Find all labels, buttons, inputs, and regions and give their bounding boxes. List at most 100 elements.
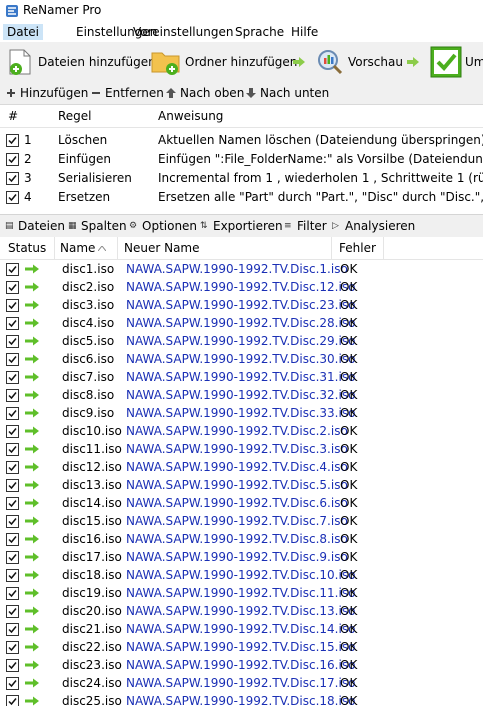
file-row[interactable]: disc10.iso NAWA.SAPW.1990-1992.TV.Disc.2.… <box>0 422 483 440</box>
file-checkbox[interactable] <box>6 425 19 438</box>
analyze-menu-button[interactable]: ▷ Analysieren <box>332 219 415 233</box>
file-new-name: NAWA.SAPW.1990-1992.TV.Disc.31.iso <box>126 370 356 384</box>
file-name: disc23.iso <box>62 658 122 672</box>
file-row[interactable]: disc3.iso NAWA.SAPW.1990-1992.TV.Disc.23.… <box>0 296 483 314</box>
file-checkbox[interactable] <box>6 677 19 690</box>
file-row[interactable]: disc1.iso NAWA.SAPW.1990-1992.TV.Disc.1.i… <box>0 260 483 278</box>
file-row[interactable]: disc15.iso NAWA.SAPW.1990-1992.TV.Disc.7.… <box>0 512 483 530</box>
file-row[interactable]: disc9.iso NAWA.SAPW.1990-1992.TV.Disc.33.… <box>0 404 483 422</box>
rules-header-num[interactable]: # <box>8 109 18 123</box>
file-checkbox[interactable] <box>6 353 19 366</box>
column-separator[interactable] <box>383 237 384 259</box>
file-row[interactable]: disc24.iso NAWA.SAPW.1990-1992.TV.Disc.17… <box>0 674 483 692</box>
file-row[interactable]: disc6.iso NAWA.SAPW.1990-1992.TV.Disc.30.… <box>0 350 483 368</box>
rule-number: 2 <box>24 152 32 166</box>
file-checkbox[interactable] <box>6 371 19 384</box>
files-header-error[interactable]: Fehler <box>339 241 376 255</box>
column-separator[interactable] <box>117 237 118 259</box>
file-checkbox[interactable] <box>6 695 19 706</box>
file-checkbox[interactable] <box>6 533 19 546</box>
rule-checkbox[interactable] <box>6 134 19 147</box>
file-checkbox[interactable] <box>6 299 19 312</box>
file-row[interactable]: disc14.iso NAWA.SAPW.1990-1992.TV.Disc.6.… <box>0 494 483 512</box>
rule-checkbox[interactable] <box>6 172 19 185</box>
window-title: ReNamer Pro <box>23 3 102 17</box>
file-checkbox[interactable] <box>6 263 19 276</box>
file-checkbox[interactable] <box>6 551 19 564</box>
move-up-button[interactable]: Nach oben <box>165 85 244 101</box>
rule-checkbox[interactable] <box>6 191 19 204</box>
files-header-status[interactable]: Status <box>8 241 46 255</box>
file-new-name: NAWA.SAPW.1990-1992.TV.Disc.5.iso <box>126 478 348 492</box>
menu-hilfe[interactable]: Hilfe <box>287 24 322 40</box>
file-checkbox[interactable] <box>6 587 19 600</box>
file-row[interactable]: disc11.iso NAWA.SAPW.1990-1992.TV.Disc.3.… <box>0 440 483 458</box>
file-checkbox[interactable] <box>6 443 19 456</box>
rule-row[interactable]: 2 Einfügen Einfügen ":File_FolderName:" al… <box>0 150 483 169</box>
file-checkbox[interactable] <box>6 335 19 348</box>
file-row[interactable]: disc19.iso NAWA.SAPW.1990-1992.TV.Disc.11… <box>0 584 483 602</box>
file-checkbox[interactable] <box>6 623 19 636</box>
menu-datei[interactable]: Datei <box>3 24 44 40</box>
files-header-new-name[interactable]: Neuer Name <box>124 241 200 255</box>
file-row[interactable]: disc25.iso NAWA.SAPW.1990-1992.TV.Disc.18… <box>0 692 483 706</box>
files-header-name[interactable]: Name <box>60 241 95 255</box>
file-new-name: NAWA.SAPW.1990-1992.TV.Disc.29.iso <box>126 334 356 348</box>
move-down-button[interactable]: Nach unten <box>245 85 329 101</box>
file-row[interactable]: disc16.iso NAWA.SAPW.1990-1992.TV.Disc.8.… <box>0 530 483 548</box>
file-checkbox[interactable] <box>6 389 19 402</box>
file-row[interactable]: disc17.iso NAWA.SAPW.1990-1992.TV.Disc.9.… <box>0 548 483 566</box>
file-row[interactable]: disc5.iso NAWA.SAPW.1990-1992.TV.Disc.29.… <box>0 332 483 350</box>
rules-header-rule[interactable]: Regel <box>58 109 92 123</box>
column-separator[interactable] <box>54 237 55 259</box>
file-checkbox[interactable] <box>6 317 19 330</box>
file-row[interactable]: disc13.iso NAWA.SAPW.1990-1992.TV.Disc.5.… <box>0 476 483 494</box>
file-checkbox[interactable] <box>6 569 19 582</box>
file-checkbox[interactable] <box>6 497 19 510</box>
file-checkbox[interactable] <box>6 461 19 474</box>
file-checkbox[interactable] <box>6 281 19 294</box>
preview-button[interactable]: Vorschau <box>315 45 403 79</box>
rule-number: 3 <box>24 171 32 185</box>
file-checkbox[interactable] <box>6 407 19 420</box>
file-row[interactable]: disc12.iso NAWA.SAPW.1990-1992.TV.Disc.4.… <box>0 458 483 476</box>
rename-button[interactable]: Um <box>430 45 483 79</box>
column-separator[interactable] <box>331 237 332 259</box>
file-checkbox[interactable] <box>6 641 19 654</box>
remove-rule-button[interactable]: Entfernen <box>90 85 164 101</box>
add-rule-button[interactable]: Hinzufügen <box>5 85 88 101</box>
rule-row[interactable]: 3 Serialisieren Incremental from 1 , wiede… <box>0 169 483 188</box>
file-status: OK <box>340 640 358 654</box>
file-row[interactable]: disc8.iso NAWA.SAPW.1990-1992.TV.Disc.32.… <box>0 386 483 404</box>
file-row[interactable]: disc2.iso NAWA.SAPW.1990-1992.TV.Disc.12.… <box>0 278 483 296</box>
menu-sprache[interactable]: Sprache <box>231 24 288 40</box>
file-checkbox[interactable] <box>6 659 19 672</box>
add-files-button[interactable]: Dateien hinzufügen <box>5 45 156 79</box>
preview-label: Vorschau <box>348 55 403 69</box>
file-checkbox[interactable] <box>6 515 19 528</box>
file-row[interactable]: disc22.iso NAWA.SAPW.1990-1992.TV.Disc.15… <box>0 638 483 656</box>
export-menu-button[interactable]: ⇅ Exportieren <box>200 219 283 233</box>
file-checkbox[interactable] <box>6 479 19 492</box>
add-folder-button[interactable]: Ordner hinzufügen <box>150 45 297 79</box>
rule-checkbox[interactable] <box>6 153 19 166</box>
rule-row[interactable]: 1 Löschen Aktuellen Namen löschen (Dateien… <box>0 131 483 150</box>
files-menu-button[interactable]: ▤ Dateien <box>5 219 65 233</box>
rules-header-instruction[interactable]: Anweisung <box>158 109 223 123</box>
file-status: OK <box>340 316 358 330</box>
file-row[interactable]: disc21.iso NAWA.SAPW.1990-1992.TV.Disc.14… <box>0 620 483 638</box>
file-row[interactable]: disc20.iso NAWA.SAPW.1990-1992.TV.Disc.13… <box>0 602 483 620</box>
file-row[interactable]: disc7.iso NAWA.SAPW.1990-1992.TV.Disc.31.… <box>0 368 483 386</box>
rule-row[interactable]: 4 Ersetzen Ersetzen alle "Part" durch "Par… <box>0 188 483 207</box>
file-checkbox[interactable] <box>6 605 19 618</box>
file-row[interactable]: disc4.iso NAWA.SAPW.1990-1992.TV.Disc.28.… <box>0 314 483 332</box>
file-row[interactable]: disc18.iso NAWA.SAPW.1990-1992.TV.Disc.10… <box>0 566 483 584</box>
menu-voreinstellungen[interactable]: Voreinstellungen <box>129 24 237 40</box>
file-row[interactable]: disc23.iso NAWA.SAPW.1990-1992.TV.Disc.16… <box>0 656 483 674</box>
filter-menu-button[interactable]: ≡ Filter <box>284 219 327 233</box>
rule-name: Serialisieren <box>58 171 132 185</box>
file-new-name: NAWA.SAPW.1990-1992.TV.Disc.4.iso <box>126 460 348 474</box>
options-menu-button[interactable]: ⚙ Optionen <box>129 219 197 233</box>
file-new-name: NAWA.SAPW.1990-1992.TV.Disc.1.iso <box>126 262 348 276</box>
columns-menu-button[interactable]: ▦ Spalten <box>68 219 127 233</box>
